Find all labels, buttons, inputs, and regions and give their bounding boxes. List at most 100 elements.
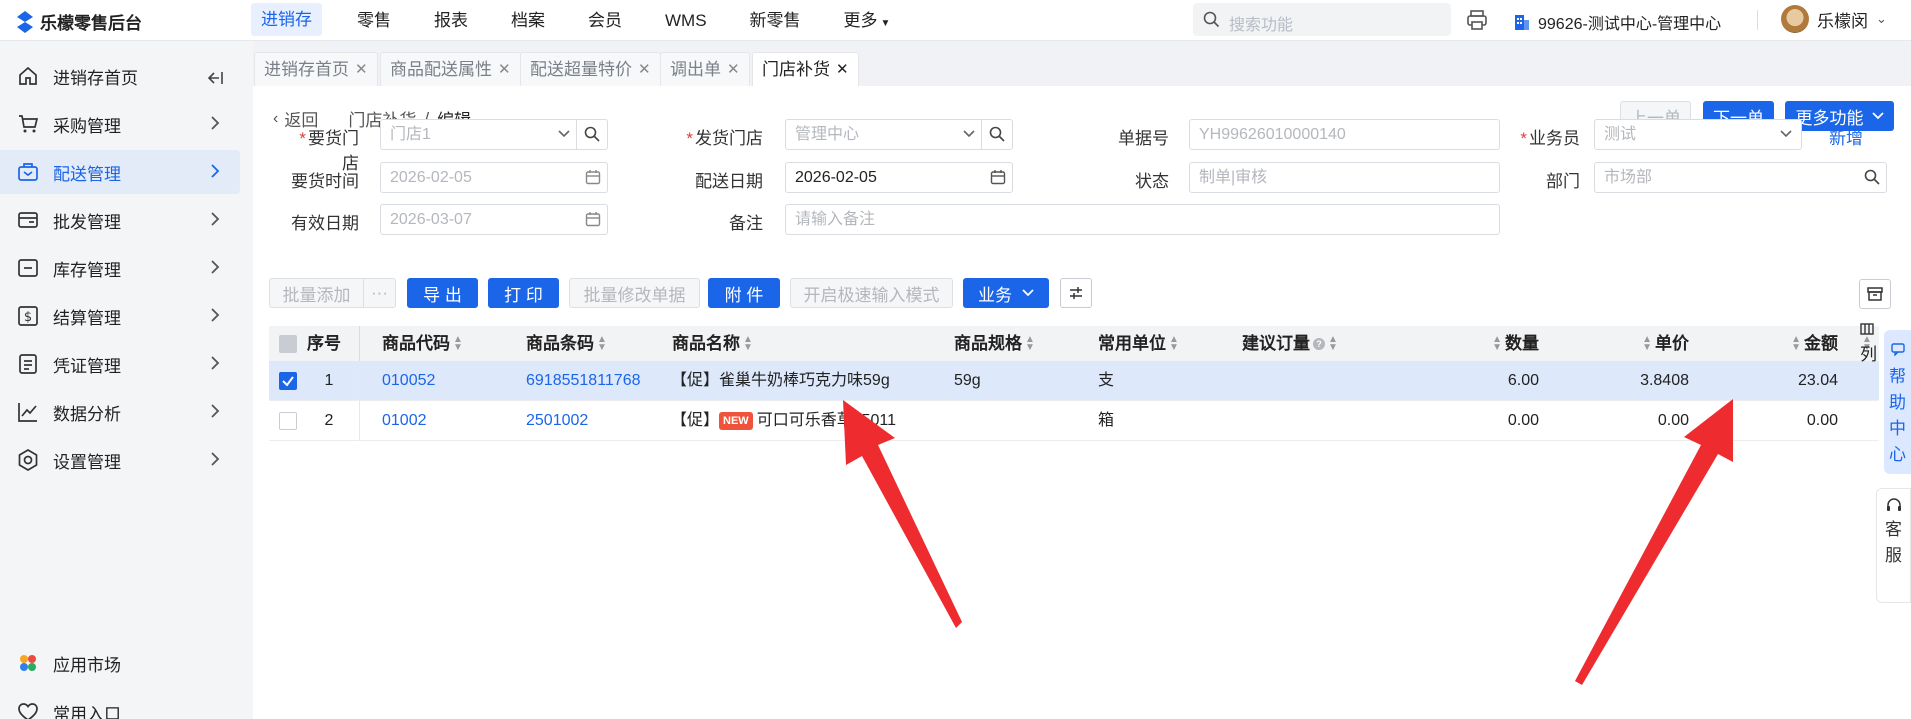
calendar-icon[interactable]: [585, 211, 601, 227]
cell-name[interactable]: 【促】 NEW 可口可乐香草55011: [671, 401, 896, 441]
tab-overage-price[interactable]: 配送超量特价 ✕: [520, 52, 661, 86]
row-checkbox[interactable]: [279, 372, 297, 390]
sidebar-item-inventory[interactable]: 库存管理: [0, 246, 240, 290]
sidebar-item-favorites[interactable]: 常用入口: [0, 690, 240, 719]
attachment-button[interactable]: 附 件: [708, 278, 780, 308]
search-icon[interactable]: [1864, 169, 1880, 185]
tab-delivery-attr[interactable]: 商品配送属性 ✕: [380, 52, 521, 86]
sort-icon[interactable]: ▲ ▼: [1025, 334, 1035, 352]
dept-field[interactable]: 市场部: [1594, 162, 1887, 193]
archive-button[interactable]: [1859, 279, 1891, 309]
sidebar-item-wholesale[interactable]: 批发管理: [0, 198, 240, 242]
print-button[interactable]: 打 印: [488, 278, 559, 308]
sort-icon[interactable]: ▲ ▼: [1492, 334, 1502, 352]
cell-price[interactable]: 0.00: [1579, 401, 1689, 441]
sort-icon[interactable]: ▲ ▼: [1642, 334, 1652, 352]
doc-no-field[interactable]: YH99626010000140: [1189, 119, 1500, 150]
topnav-member[interactable]: 会员: [580, 0, 630, 41]
topnav-wms[interactable]: WMS: [657, 0, 715, 41]
cell-code[interactable]: 01002: [382, 401, 427, 441]
close-icon[interactable]: ✕: [498, 53, 511, 86]
cell-name[interactable]: 【促】雀巢牛奶棒巧克力味59g: [671, 361, 890, 401]
help-center-tab[interactable]: 帮 助 中 心: [1884, 330, 1911, 474]
col-name[interactable]: 商品名称 ▲ ▼: [672, 326, 792, 361]
cell-barcode[interactable]: 6918551811768: [526, 361, 641, 401]
sort-icon[interactable]: ▲ ▼: [1791, 334, 1801, 352]
sort-icon[interactable]: ▲ ▼: [597, 334, 607, 352]
topnav-retail[interactable]: 零售: [349, 0, 399, 41]
close-icon[interactable]: ✕: [836, 53, 849, 86]
col-unit[interactable]: 常用单位 ▲ ▼: [1098, 326, 1218, 361]
topnav-jxc[interactable]: 进销存: [251, 3, 322, 36]
table-row[interactable]: 1 010052 6918551811768 【促】雀巢牛奶棒巧克力味59g 5…: [269, 361, 1879, 401]
cell-price[interactable]: 3.8408: [1579, 361, 1689, 401]
cell-barcode[interactable]: 2501002: [526, 401, 588, 441]
sort-icon[interactable]: ▲ ▼: [453, 334, 463, 352]
valid-date-field[interactable]: 2026-03-07: [380, 204, 608, 235]
calendar-icon[interactable]: [990, 169, 1006, 185]
col-qty[interactable]: ▲ ▼ 数量: [1459, 326, 1539, 361]
columns-toggle[interactable]: 列: [1860, 320, 1877, 365]
batch-edit-button[interactable]: 批量修改单据: [569, 278, 700, 308]
printer-icon[interactable]: [1466, 9, 1488, 31]
ship-store-select[interactable]: 管理中心: [785, 119, 1013, 150]
calendar-icon[interactable]: [585, 169, 601, 185]
cell-code[interactable]: 010052: [382, 361, 435, 401]
topnav-more[interactable]: 更多 ▼: [836, 0, 899, 41]
delivery-date-field[interactable]: 2026-02-05: [785, 162, 1013, 193]
close-icon[interactable]: ✕: [355, 53, 368, 86]
export-button[interactable]: 导 出: [407, 278, 478, 308]
function-search[interactable]: 搜索功能: [1193, 3, 1451, 36]
row-checkbox[interactable]: [279, 412, 297, 430]
search-icon[interactable]: [989, 126, 1005, 142]
tenant-switcher[interactable]: 99626-测试中心-管理中心: [1514, 10, 1721, 34]
batch-add-button[interactable]: 批量添加: [269, 278, 364, 308]
close-icon[interactable]: ✕: [638, 53, 651, 86]
tab-store-replenish[interactable]: 门店补货 ✕: [752, 52, 859, 86]
sidebar-item-delivery[interactable]: 配送管理: [0, 150, 240, 194]
sidebar-item-voucher[interactable]: 凭证管理: [0, 342, 240, 386]
request-store-select[interactable]: 门店1: [380, 119, 608, 150]
col-spec[interactable]: 商品规格 ▲ ▼: [954, 326, 1074, 361]
col-price[interactable]: ▲ ▼ 单价: [1609, 326, 1689, 361]
customer-service-tab[interactable]: 客 服: [1876, 488, 1911, 603]
salesman-select[interactable]: 测试: [1594, 119, 1802, 150]
sidebar-item-purchase[interactable]: 采购管理: [0, 102, 240, 146]
sort-icon[interactable]: ▲ ▼: [743, 334, 753, 352]
sidebar-item-home[interactable]: 进销存首页: [0, 54, 240, 98]
sidebar-item-settings[interactable]: 设置管理: [0, 438, 240, 482]
close-icon[interactable]: ✕: [727, 53, 740, 86]
sidebar-item-app-market[interactable]: 应用市场: [0, 641, 240, 685]
col-barcode[interactable]: 商品条码 ▲ ▼: [526, 326, 646, 361]
select-all-checkbox[interactable]: [279, 335, 297, 353]
col-code[interactable]: 商品代码 ▲ ▼: [382, 326, 502, 361]
user-menu[interactable]: 乐檬闵 ⌄: [1781, 5, 1887, 33]
cell-qty[interactable]: 6.00: [1439, 361, 1539, 401]
collapse-sidebar-icon[interactable]: [207, 71, 223, 85]
app-logo[interactable]: 乐檬零售后台: [16, 9, 142, 34]
col-amount[interactable]: ▲ ▼ 金额: [1762, 326, 1838, 361]
question-icon[interactable]: ?: [1313, 337, 1325, 350]
col-suggest-qty[interactable]: 建议订量? ▲ ▼: [1242, 326, 1372, 361]
topnav-report[interactable]: 报表: [426, 0, 476, 41]
tab-jxc-home[interactable]: 进销存首页 ✕: [254, 52, 378, 86]
cell-qty[interactable]: 0.00: [1439, 401, 1539, 441]
business-dropdown-button[interactable]: 业务: [963, 278, 1049, 308]
search-icon[interactable]: [584, 126, 600, 142]
sidebar-item-analytics[interactable]: 数据分析: [0, 390, 240, 434]
chevron-left-icon[interactable]: ‹: [273, 110, 278, 128]
sidebar-item-settlement[interactable]: $ 结算管理: [0, 294, 240, 338]
add-salesman-link[interactable]: 新增: [1829, 124, 1863, 149]
topnav-archive[interactable]: 档案: [503, 0, 553, 41]
quick-input-button[interactable]: 开启极速输入模式: [790, 278, 953, 308]
remark-field[interactable]: 请输入备注: [785, 204, 1500, 235]
tab-transfer-out[interactable]: 调出单 ✕: [660, 52, 750, 86]
table-row[interactable]: 2 01002 2501002 【促】 NEW 可口可乐香草55011 箱 0.00…: [269, 401, 1879, 441]
batch-add-more-button[interactable]: ···: [363, 278, 396, 308]
request-time-field[interactable]: 2026-02-05: [380, 162, 608, 193]
status-field[interactable]: 制单|审核: [1189, 162, 1500, 193]
column-config-button[interactable]: [1060, 278, 1092, 308]
sort-icon[interactable]: ▲ ▼: [1169, 334, 1179, 352]
topnav-new-retail[interactable]: 新零售: [742, 0, 809, 41]
sort-icon[interactable]: ▲ ▼: [1328, 334, 1338, 352]
